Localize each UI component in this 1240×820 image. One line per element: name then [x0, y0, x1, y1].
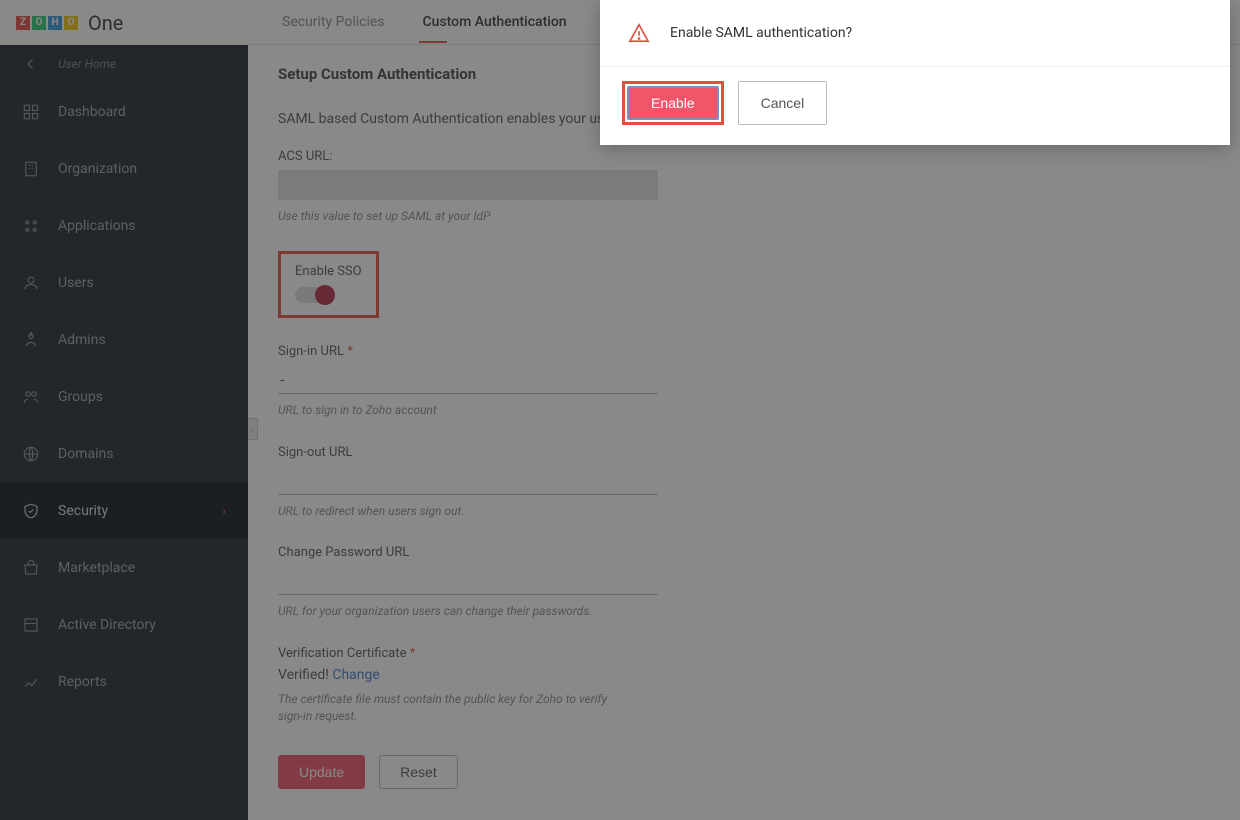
confirm-dialog: Enable SAML authentication? Enable Cance… — [600, 0, 1230, 145]
warning-icon — [628, 22, 650, 44]
dialog-message: Enable SAML authentication? — [670, 25, 852, 41]
enable-button-highlight: Enable — [622, 81, 724, 125]
cancel-button[interactable]: Cancel — [738, 81, 828, 125]
modal-overlay[interactable]: Enable SAML authentication? Enable Cance… — [0, 0, 1240, 820]
enable-button[interactable]: Enable — [627, 86, 719, 120]
